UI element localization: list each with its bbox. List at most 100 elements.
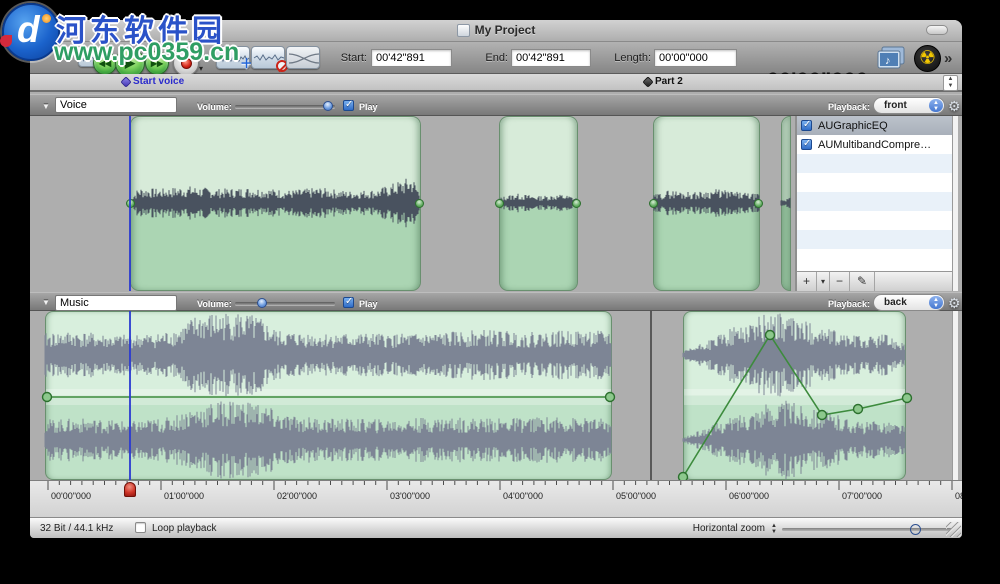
audio-region[interactable] xyxy=(683,311,906,480)
edit-effect-button[interactable]: ✎ xyxy=(850,272,875,291)
audio-clip[interactable] xyxy=(781,116,791,291)
toolbar-overflow-chevron[interactable]: » xyxy=(944,50,952,67)
voice-play-checkbox[interactable] xyxy=(343,100,354,111)
horizontal-zoom-thumb[interactable] xyxy=(910,524,921,535)
popup-stepper-icon: ▲▼ xyxy=(929,99,943,112)
rewind-button[interactable]: ◀◀ xyxy=(93,51,117,75)
clip-volume-handle[interactable] xyxy=(415,199,424,208)
horizontal-zoom-slider[interactable] xyxy=(782,528,952,531)
music-volume-thumb[interactable] xyxy=(257,298,267,308)
music-track-body[interactable] xyxy=(30,311,962,480)
audio-clip[interactable] xyxy=(499,116,578,291)
marker-label: Part 2 xyxy=(655,76,683,87)
scroll-down-icon[interactable]: ▼ xyxy=(948,83,954,90)
window-title: My Project xyxy=(475,23,536,37)
marker-row[interactable]: Start voice Part 2 ▲▼ xyxy=(30,74,962,92)
play-label: Play xyxy=(359,299,378,309)
effect-enabled-checkbox[interactable] xyxy=(801,139,812,150)
toolbar-toggle-button[interactable] xyxy=(926,25,948,35)
ruler-ticks xyxy=(30,481,962,491)
clip-volume-handle[interactable] xyxy=(649,199,658,208)
voice-track-name-input[interactable] xyxy=(55,97,177,113)
add-effect-button[interactable]: + xyxy=(797,272,817,291)
app-window: My Project ◀◀ ▶ ▶▶ ▾ ＋ xyxy=(30,20,962,538)
effect-row-empty[interactable] xyxy=(797,192,952,211)
effect-row-empty[interactable] xyxy=(797,230,952,249)
length-input[interactable] xyxy=(654,49,737,67)
crossfade-button[interactable] xyxy=(286,46,320,69)
play-label: Play xyxy=(359,102,378,112)
effect-row-empty[interactable] xyxy=(797,211,952,230)
marker-scroll-buttons[interactable]: ▲▼ xyxy=(943,75,958,91)
playhead-line[interactable] xyxy=(129,116,131,291)
music-volume-slider[interactable] xyxy=(235,302,335,305)
marker-part-2[interactable]: Part 2 xyxy=(644,76,683,87)
music-play-checkbox[interactable] xyxy=(343,297,354,308)
effect-enabled-checkbox[interactable] xyxy=(801,120,812,131)
burn-disc-icon[interactable]: ☢ xyxy=(914,45,941,72)
ruler-time-label: 04'00"000 xyxy=(503,491,543,501)
effects-list: AUGraphicEQ AUMultibandCompre… xyxy=(797,116,952,268)
clip-volume-handle[interactable] xyxy=(754,199,763,208)
effect-name: AUGraphicEQ xyxy=(818,120,888,132)
start-input[interactable] xyxy=(371,49,452,67)
audio-clip[interactable] xyxy=(130,116,421,291)
disclosure-triangle-icon[interactable]: ▼ xyxy=(42,102,50,111)
voice-gear-icon[interactable]: ⚙ xyxy=(948,98,961,115)
clip-volume-handle[interactable] xyxy=(572,199,581,208)
effect-row[interactable]: AUGraphicEQ xyxy=(797,116,952,135)
record-button[interactable] xyxy=(173,50,199,76)
effects-toolbar: + ▾ − ✎ xyxy=(797,271,952,291)
status-bar: 32 Bit / 44.1 kHz Loop playback Horizont… xyxy=(30,517,962,538)
document-proxy-icon[interactable] xyxy=(457,24,470,37)
popup-stepper-icon: ▲▼ xyxy=(929,296,943,309)
volume-label: Volume: xyxy=(197,299,232,309)
end-label: End: xyxy=(476,52,508,64)
audio-format-text: 32 Bit / 44.1 kHz xyxy=(40,523,113,534)
audio-clip[interactable] xyxy=(653,116,760,291)
playback-label: Playback: xyxy=(828,299,870,309)
playhead-pin[interactable] xyxy=(124,482,136,497)
end-input[interactable] xyxy=(511,49,591,67)
voice-volume-thumb[interactable] xyxy=(323,101,333,111)
voice-track-body[interactable]: AUGraphicEQ AUMultibandCompre… + ▾ − ✎ xyxy=(30,116,962,291)
effect-row-empty[interactable] xyxy=(797,173,952,192)
voice-playback-select[interactable]: front ▲▼ xyxy=(873,97,945,114)
loop-playback-label: Loop playback xyxy=(152,523,217,534)
voice-volume-slider[interactable] xyxy=(235,105,335,108)
playhead-line[interactable] xyxy=(129,311,131,480)
fast-forward-button[interactable]: ▶▶ xyxy=(145,51,169,75)
effect-name: AUMultibandCompre… xyxy=(818,139,931,151)
marker-start-voice[interactable]: Start voice xyxy=(122,76,184,87)
effects-panel: AUGraphicEQ AUMultibandCompre… + ▾ − ✎ xyxy=(795,116,952,291)
delete-audio-button[interactable] xyxy=(251,46,285,69)
effect-row-empty[interactable] xyxy=(797,154,952,173)
insert-audio-button[interactable]: ＋ xyxy=(216,46,250,69)
loop-playback-checkbox[interactable] xyxy=(135,522,146,533)
voice-track-header: ▼ Volume: Play Playback: front ▲▼ ⚙ xyxy=(30,94,962,116)
media-browser-button[interactable]: ♪ xyxy=(876,46,907,71)
timeline-ruler[interactable]: 00'00"00001'00"00002'00"00003'00"00004'0… xyxy=(30,480,962,517)
music-track-name-input[interactable] xyxy=(55,295,177,311)
zoom-stepper[interactable]: ▲▼ xyxy=(771,523,777,535)
voice-scrollbar-strip[interactable] xyxy=(952,116,958,291)
title-bar[interactable]: My Project xyxy=(30,20,962,42)
music-gear-icon[interactable]: ⚙ xyxy=(948,295,961,312)
music-scrollbar-strip[interactable] xyxy=(952,311,958,480)
scroll-up-icon[interactable]: ▲ xyxy=(948,76,954,83)
record-dot-icon xyxy=(181,58,192,69)
resize-grip[interactable] xyxy=(946,522,961,537)
clip-volume-handle[interactable] xyxy=(495,199,504,208)
remove-effect-button[interactable]: − xyxy=(830,272,850,291)
record-options-caret[interactable]: ▾ xyxy=(199,64,203,73)
effect-row[interactable]: AUMultibandCompre… xyxy=(797,135,952,154)
horizontal-zoom-label: Horizontal zoom xyxy=(670,523,765,534)
ruler-time-label: 03'00"000 xyxy=(390,491,430,501)
disclosure-triangle-icon[interactable]: ▼ xyxy=(42,298,50,307)
music-playback-value: back xyxy=(884,297,907,308)
music-playback-select[interactable]: back ▲▼ xyxy=(873,294,945,311)
ruler-time-label: 08'00"000 xyxy=(955,491,962,501)
add-effect-menu-button[interactable]: ▾ xyxy=(817,272,830,291)
ruler-time-label: 06'00"000 xyxy=(729,491,769,501)
effect-row-empty[interactable] xyxy=(797,249,952,268)
